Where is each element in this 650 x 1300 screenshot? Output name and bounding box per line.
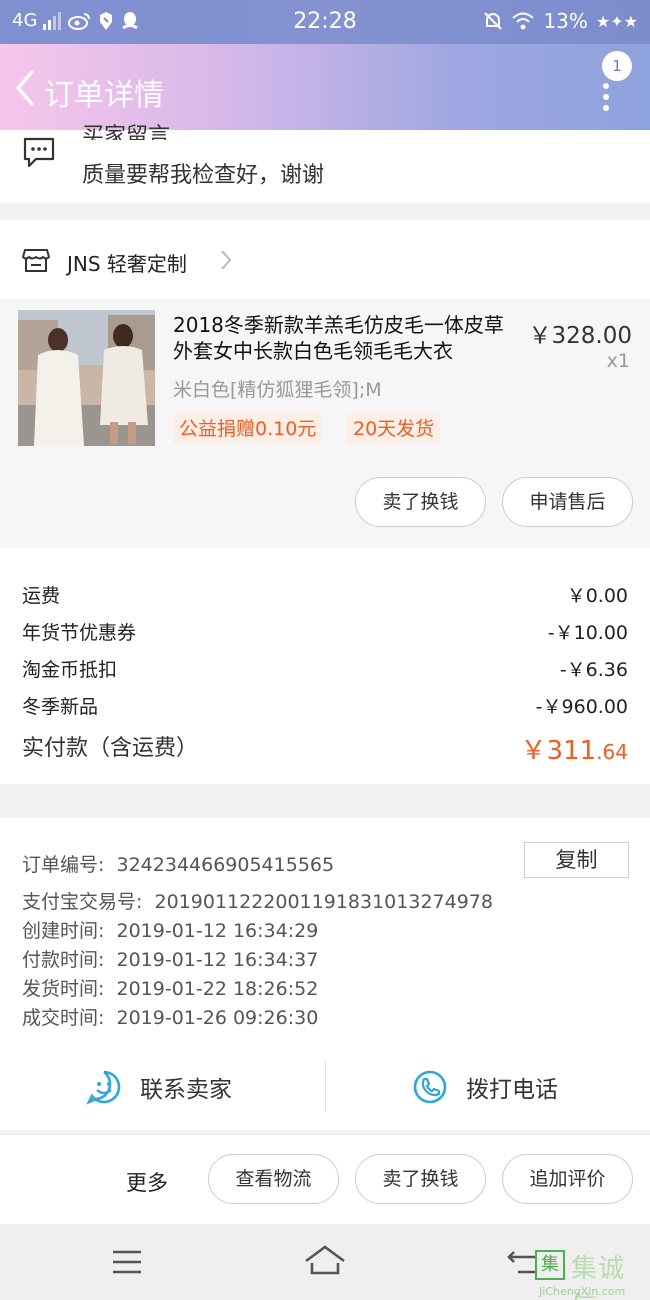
charity-tag: 公益捐赠0.10元: [173, 414, 323, 444]
cost-label: 年货节优惠券: [22, 622, 137, 644]
info-value: 2019-01-26 09:26:30: [116, 1007, 319, 1029]
message-icon: [23, 137, 55, 168]
info-label: 订单编号:: [22, 854, 105, 876]
completed-time-row: 成交时间: 2019-01-26 09:26:30: [22, 1003, 318, 1030]
watermark-mark: 集: [535, 1250, 565, 1280]
home-icon[interactable]: [303, 1244, 347, 1276]
buyer-message-label: 买家留言: [82, 124, 171, 140]
shop-row[interactable]: JNS 轻奢定制: [0, 220, 650, 298]
buyer-message-section: 买家留言 质量要帮我检查好，谢谢: [0, 124, 650, 203]
info-label: 创建时间:: [22, 920, 105, 942]
cost-summary: 运费 ￥0.00 年货节优惠券 -￥10.00 淘金币抵扣 -￥6.36 冬季新品 -￥…: [0, 548, 650, 784]
menu-icon[interactable]: [111, 1249, 143, 1275]
product-quantity: x1: [606, 350, 630, 372]
resell-button[interactable]: 卖了换钱: [355, 477, 486, 527]
shop-name[interactable]: JNS 轻奢定制: [67, 248, 187, 277]
back-arrow-icon[interactable]: [10, 68, 40, 108]
cost-row: 年货节优惠券 -￥10.00: [22, 618, 628, 645]
mute-bell-icon: [484, 12, 503, 30]
info-value: 324234466905415565: [116, 854, 335, 876]
call-phone-label: 拨打电话: [466, 1077, 558, 1103]
chat-smile-icon: [86, 1070, 121, 1105]
copy-button[interactable]: 复制: [524, 842, 629, 878]
resell-button[interactable]: 卖了换钱: [355, 1154, 486, 1204]
cost-row: 运费 ￥0.00: [22, 581, 628, 608]
info-label: 支付宝交易号:: [22, 891, 143, 913]
chevron-right-icon: [221, 250, 232, 270]
page-title: 订单详情: [44, 78, 164, 113]
product-item[interactable]: 2018冬季新款羊羔毛仿皮毛一体皮草外套女中长款白色毛领毛毛大衣 ￥328.00…: [0, 298, 650, 548]
info-value: 2019-01-12 16:34:37: [116, 949, 319, 971]
info-label: 付款时间:: [22, 949, 105, 971]
info-value: 2019011222001191831013274978: [154, 891, 493, 913]
product-image[interactable]: [18, 310, 155, 446]
order-number-row: 订单编号: 324234466905415565: [22, 850, 334, 877]
divider: [325, 1062, 326, 1112]
info-label: 发货时间:: [22, 978, 105, 1000]
product-sku: 米白色[精仿狐狸毛领];M: [173, 379, 382, 401]
info-label: 成交时间:: [22, 1007, 105, 1029]
cost-value: -￥6.36: [559, 659, 628, 681]
shipping-tag: 20天发货: [347, 414, 441, 444]
buyer-message-text: 质量要帮我检查好，谢谢: [82, 163, 325, 188]
cost-value: -￥960.00: [535, 696, 628, 718]
phone-icon: [413, 1070, 447, 1104]
product-price: ￥328.00: [528, 323, 632, 349]
cost-label: 淘金币抵扣: [22, 659, 118, 681]
total-amount: ￥311.64: [521, 730, 628, 767]
wifi-icon: [512, 12, 535, 30]
contact-seller-label: 联系卖家: [140, 1077, 232, 1103]
cost-row: 冬季新品 -￥960.00: [22, 692, 628, 719]
watermark-logo: 集 集诚信 JiChengXin.com: [533, 1248, 650, 1300]
battery-level: 13%: [543, 9, 588, 33]
more-menu-icon[interactable]: [603, 83, 611, 116]
status-bar: 4G 22:28 13% ★✦★: [0, 0, 650, 44]
contact-seller-button[interactable]: 联系卖家: [86, 1062, 232, 1112]
cost-label: 运费: [22, 585, 61, 607]
cost-value: ￥0.00: [566, 585, 628, 607]
cost-value: -￥10.00: [547, 622, 628, 644]
cost-row: 淘金币抵扣 -￥6.36: [22, 655, 628, 682]
add-review-button[interactable]: 追加评价: [502, 1154, 633, 1204]
total-cents: .64: [596, 740, 628, 764]
decor-stars-icon: ★✦★: [595, 11, 638, 31]
paid-time-row: 付款时间: 2019-01-12 16:34:37: [22, 945, 318, 972]
after-sale-button[interactable]: 申请售后: [502, 477, 633, 527]
cost-label: 冬季新品: [22, 696, 99, 718]
more-link[interactable]: 更多: [126, 1167, 168, 1197]
total-label: 实付款（含运费）: [22, 736, 199, 761]
info-value: 2019-01-22 18:26:52: [116, 978, 319, 1000]
call-phone-button[interactable]: 拨打电话: [412, 1062, 558, 1112]
notification-badge[interactable]: 1: [602, 51, 632, 81]
view-logistics-button[interactable]: 查看物流: [208, 1154, 339, 1204]
store-icon: [22, 249, 50, 272]
watermark-url: JiChengXin.com: [539, 1285, 626, 1298]
product-title[interactable]: 2018冬季新款羊羔毛仿皮毛一体皮草外套女中长款白色毛领毛毛大衣: [173, 312, 513, 364]
shipped-time-row: 发货时间: 2019-01-22 18:26:52: [22, 974, 318, 1001]
action-bar: 更多 查看物流 卖了换钱 追加评价: [0, 1134, 650, 1224]
alipay-trade-row: 支付宝交易号: 2019011222001191831013274978: [22, 887, 493, 914]
info-value: 2019-01-12 16:34:29: [116, 920, 319, 942]
order-info-section: 订单编号: 324234466905415565 复制 支付宝交易号: 2019…: [0, 818, 650, 1130]
created-time-row: 创建时间: 2019-01-12 16:34:29: [22, 916, 318, 943]
total-main: ￥311: [520, 736, 597, 766]
